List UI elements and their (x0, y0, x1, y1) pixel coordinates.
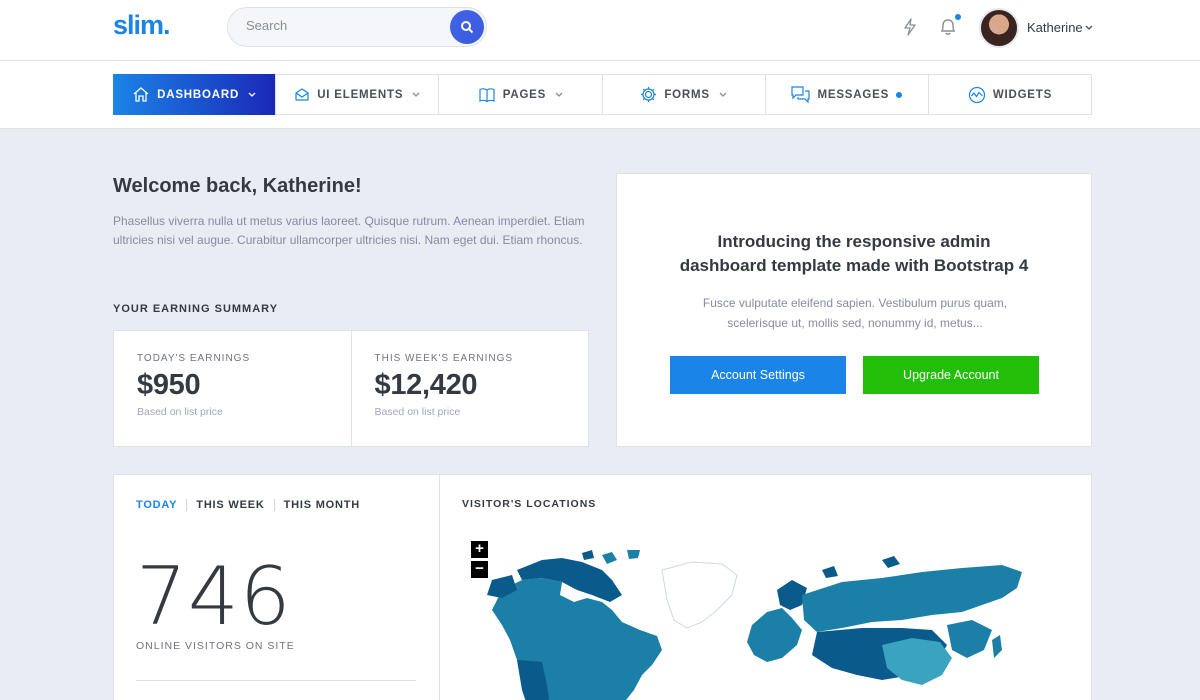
search-input[interactable] (246, 18, 436, 33)
map-region-japan (992, 635, 1002, 658)
earnings-value: $12,420 (374, 369, 478, 401)
nav-label: DASHBOARD (157, 88, 240, 101)
zoom-out-button[interactable]: − (471, 561, 488, 578)
upgrade-account-button[interactable]: Upgrade Account (863, 356, 1039, 394)
chevron-down-icon (719, 92, 727, 97)
logo[interactable]: slim. (113, 10, 171, 41)
user-name[interactable]: Katherine (1027, 20, 1083, 35)
promo-title-line: Introducing the responsive admin (717, 232, 991, 251)
map-region-east-asia (947, 620, 992, 658)
chevron-down-icon (412, 92, 420, 97)
bell-icon[interactable] (939, 17, 957, 37)
pulse-icon (968, 86, 985, 103)
map-region-europe (747, 608, 802, 662)
tab-today[interactable]: TODAY (136, 499, 186, 511)
earnings-label: THIS WEEK'S EARNINGS (374, 353, 514, 364)
online-visitors-count: 746 (136, 550, 292, 643)
notification-dot (955, 14, 961, 20)
divider (136, 680, 416, 681)
nav-label: FORMS (664, 88, 710, 101)
chevron-down-icon (248, 92, 256, 97)
period-tabs: TODAY THIS WEEK THIS MONTH (136, 499, 369, 511)
promo-text-line: Fusce vulputate eleifend sapien. Vestibu… (702, 296, 1008, 310)
tab-this-week[interactable]: THIS WEEK (186, 499, 273, 511)
map-title: VISITOR'S LOCATIONS (462, 498, 597, 510)
promo-text: Fusce vulputate eleifend sapien. Vestibu… (677, 293, 1033, 333)
map-region-north-america (492, 578, 662, 700)
chevron-down-icon (555, 92, 563, 97)
search-box (227, 7, 487, 47)
avatar[interactable] (979, 8, 1019, 48)
welcome-text: Phasellus viverra nulla ut metus varius … (113, 214, 585, 247)
nav-item-widgets[interactable]: WIDGETS (929, 75, 1091, 114)
nav-item-dashboard[interactable]: DASHBOARD (113, 74, 277, 115)
nav-label: PAGES (502, 88, 547, 101)
gear-icon (641, 87, 657, 102)
world-map[interactable] (462, 550, 1042, 700)
home-icon (133, 87, 149, 102)
online-visitors-pane: TODAY THIS WEEK THIS MONTH 746 ONLINE VI… (114, 475, 440, 700)
today-earnings: TODAY'S EARNINGS $950 Based on list pric… (114, 331, 351, 446)
week-earnings: THIS WEEK'S EARNINGS $12,420 Based on li… (350, 331, 589, 446)
earnings-card: TODAY'S EARNINGS $950 Based on list pric… (113, 330, 589, 447)
nav-label: WIDGETS (992, 88, 1053, 101)
new-message-dot (896, 91, 903, 98)
search-button[interactable] (450, 10, 484, 44)
main-nav: DASHBOARD UI ELEMENTS PAGES FORMS MESSAG… (113, 74, 1092, 115)
online-visitors-label: ONLINE VISITORS ON SITE (136, 640, 295, 652)
nav-label: MESSAGES (817, 88, 890, 101)
main-nav-bar: DASHBOARD UI ELEMENTS PAGES FORMS MESSAG… (0, 61, 1200, 129)
promo-title-line: dashboard template made with Bootstrap 4 (679, 256, 1029, 275)
account-settings-button[interactable]: Account Settings (670, 356, 846, 394)
visitors-card: TODAY THIS WEEK THIS MONTH 746 ONLINE VI… (113, 474, 1092, 700)
promo-card: Introducing the responsive admin dashboa… (616, 173, 1092, 447)
earnings-label: TODAY'S EARNINGS (137, 353, 251, 364)
nav-item-messages[interactable]: MESSAGES (766, 75, 929, 114)
chevron-down-icon[interactable] (1085, 25, 1093, 30)
page-title: Welcome back, Katherine! (113, 175, 362, 197)
top-header: slim. Katherine (0, 0, 1200, 61)
nav-item-forms[interactable]: FORMS (603, 75, 766, 114)
tab-this-month[interactable]: THIS MONTH (273, 499, 369, 511)
zoom-in-button[interactable]: + (471, 541, 488, 558)
nav-item-ui-elements[interactable]: UI ELEMENTS (276, 75, 440, 114)
earning-summary-label: YOUR EARNING SUMMARY (113, 303, 279, 315)
promo-text-line: scelerisque ut, mollis sed, nonummy id, … (727, 316, 983, 330)
map-region-greenland (661, 561, 738, 629)
nav-item-pages[interactable]: PAGES (439, 75, 603, 114)
earnings-note: Based on list price (374, 406, 461, 418)
inbox-icon (295, 87, 309, 101)
bolt-icon[interactable] (903, 18, 917, 36)
promo-title: Introducing the responsive admin dashboa… (617, 230, 1091, 278)
nav-label: UI ELEMENTS (317, 88, 404, 101)
earnings-value: $950 (137, 369, 201, 401)
book-icon (479, 87, 495, 102)
earnings-note: Based on list price (137, 406, 223, 418)
search-icon (461, 21, 474, 34)
chat-icon (791, 86, 811, 103)
